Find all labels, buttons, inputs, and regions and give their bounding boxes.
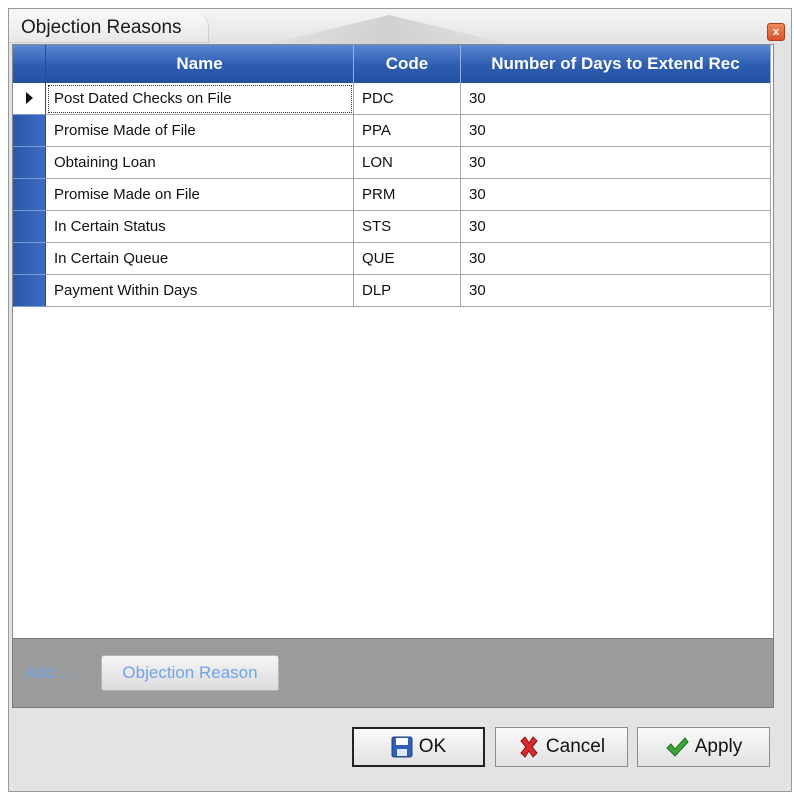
- objection-reasons-grid: Name Code Number of Days to Extend Rec P…: [12, 44, 774, 644]
- cancel-button-label: Cancel: [545, 736, 606, 757]
- cell-days[interactable]: 30: [460, 83, 771, 115]
- cell-name[interactable]: Obtaining Loan: [45, 146, 354, 179]
- cell-days[interactable]: 30: [460, 242, 771, 275]
- row-selector[interactable]: [13, 274, 46, 307]
- cell-name[interactable]: Promise Made on File: [45, 178, 354, 211]
- cell-name[interactable]: Post Dated Checks on File: [45, 83, 354, 115]
- row-selector[interactable]: [13, 178, 46, 211]
- table-row[interactable]: Payment Within Days DLP 30: [13, 274, 771, 307]
- cell-name[interactable]: Promise Made of File: [45, 114, 354, 147]
- current-row-pointer-icon: [26, 92, 33, 104]
- cell-name[interactable]: In Certain Queue: [45, 242, 354, 275]
- cell-name[interactable]: In Certain Status: [45, 210, 354, 243]
- column-header-code[interactable]: Code: [353, 45, 461, 83]
- row-selector[interactable]: [13, 146, 46, 179]
- cell-days[interactable]: 30: [460, 274, 771, 307]
- cell-code[interactable]: PPA: [353, 114, 461, 147]
- cell-code[interactable]: PDC: [353, 83, 461, 115]
- cell-days[interactable]: 30: [460, 178, 771, 211]
- cell-code[interactable]: STS: [353, 210, 461, 243]
- cell-days[interactable]: 30: [460, 146, 771, 179]
- apply-button[interactable]: Apply: [637, 727, 770, 767]
- table-row[interactable]: Promise Made of File PPA 30: [13, 114, 771, 147]
- table-row[interactable]: In Certain Queue QUE 30: [13, 242, 771, 275]
- save-disk-icon: [391, 736, 413, 758]
- row-selector[interactable]: [13, 114, 46, 147]
- cell-code[interactable]: LON: [353, 146, 461, 179]
- grid-table: Name Code Number of Days to Extend Rec P…: [13, 45, 771, 307]
- table-row[interactable]: In Certain Status STS 30: [13, 210, 771, 243]
- green-check-icon: [666, 737, 689, 757]
- grid-header-row: Name Code Number of Days to Extend Rec: [13, 45, 771, 83]
- row-header-corner: [13, 45, 46, 83]
- cell-name[interactable]: Payment Within Days: [45, 274, 354, 307]
- column-header-name[interactable]: Name: [45, 45, 354, 83]
- row-selector[interactable]: [13, 242, 46, 275]
- add-objection-reason-button[interactable]: Objection Reason: [101, 655, 279, 691]
- title-decoration: [263, 15, 515, 45]
- red-x-icon: [520, 736, 538, 758]
- cell-days[interactable]: 30: [460, 114, 771, 147]
- add-label: Add ...: [25, 663, 75, 682]
- cell-code[interactable]: DLP: [353, 274, 461, 307]
- cell-code[interactable]: QUE: [353, 242, 461, 275]
- table-row[interactable]: Post Dated Checks on File PDC 30: [13, 83, 771, 115]
- close-button[interactable]: x: [767, 23, 785, 41]
- cell-code[interactable]: PRM: [353, 178, 461, 211]
- title-bar: Objection Reasons x: [9, 9, 791, 45]
- row-selector[interactable]: [13, 210, 46, 243]
- cell-days[interactable]: 30: [460, 210, 771, 243]
- ok-button-label: OK: [418, 736, 447, 757]
- table-row[interactable]: Obtaining Loan LON 30: [13, 146, 771, 179]
- ok-button[interactable]: OK: [352, 727, 485, 767]
- table-row[interactable]: Promise Made on File PRM 30: [13, 178, 771, 211]
- row-selector[interactable]: [13, 83, 46, 115]
- add-bar: Add ... Objection Reason: [12, 638, 774, 708]
- window-title: Objection Reasons: [9, 13, 209, 43]
- cancel-button[interactable]: Cancel: [495, 727, 628, 767]
- apply-button-label: Apply: [694, 736, 743, 757]
- column-header-days[interactable]: Number of Days to Extend Rec: [460, 45, 771, 83]
